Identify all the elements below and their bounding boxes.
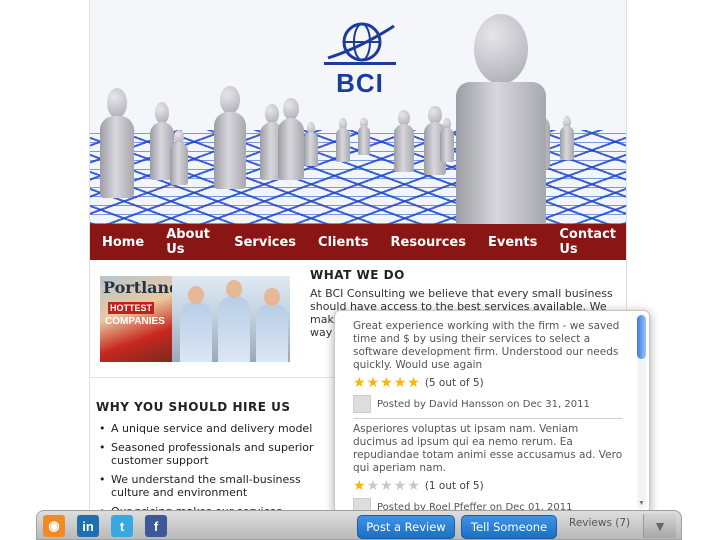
team-photo: Portland HOTTEST COMPANIES [100, 276, 290, 362]
star-icon: ★ [353, 478, 366, 494]
review-item: Great experience working with the firm -… [353, 320, 625, 413]
magazine-cover: Portland HOTTEST COMPANIES [100, 276, 180, 362]
review-widget-bar: ◉ in t f Post a Review Tell Someone Revi… [36, 510, 682, 540]
byline-text: Posted by David Hansson on Dec 31, 2011 [377, 398, 590, 410]
rss-icon[interactable]: ◉ [43, 515, 65, 537]
nav-events[interactable]: Events [476, 235, 547, 250]
scroll-down-icon[interactable]: ▼ [638, 500, 645, 507]
star-icon: ★ [380, 478, 393, 494]
reviews-count: (7) [615, 517, 631, 529]
star-icon: ★ [407, 478, 420, 494]
twitter-icon[interactable]: t [111, 515, 133, 537]
list-item: A unique service and delivery model [96, 422, 336, 435]
review-text: Asperiores voluptas ut ipsam nam. Veniam… [353, 423, 623, 474]
logo-text: BCI [336, 68, 384, 98]
nav-contact-us[interactable]: Contact Us [547, 227, 626, 257]
review-text: Great experience working with the firm -… [353, 320, 620, 371]
magazine-title: Portland [103, 278, 181, 297]
avatar [353, 395, 371, 413]
review-separator [353, 418, 623, 419]
star-icon: ★ [393, 478, 407, 494]
list-item: We understand the small-business culture… [96, 473, 336, 499]
what-we-do-heading: WHAT WE DO [310, 268, 405, 282]
hero-banner: BCI [90, 0, 626, 224]
bci-logo[interactable]: BCI [320, 18, 400, 98]
reviews-tab-label: Reviews [569, 517, 612, 529]
rating-label: (5 out of 5) [424, 377, 484, 389]
nav-services[interactable]: Services [222, 235, 306, 250]
what-we-do-line: At BCI Consulting we believe that every … [310, 287, 613, 300]
tell-someone-button[interactable]: Tell Someone [461, 515, 557, 539]
reviews-tab[interactable]: Reviews (7) [569, 517, 630, 529]
nav-clients[interactable]: Clients [306, 235, 378, 250]
reviews-popup: Great experience working with the firm -… [334, 310, 650, 514]
star-icon: ★ [366, 375, 380, 391]
facebook-icon[interactable]: f [145, 515, 167, 537]
star-icon: ★ [380, 375, 393, 391]
magazine-subtitle: COMPANIES [105, 316, 165, 327]
star-icon: ★ [407, 375, 420, 391]
nav-about-us[interactable]: About Us [154, 227, 222, 257]
review-rating: ★ ★ ★ ★ ★ (1 out of 5) [353, 479, 625, 493]
team-members-image [172, 276, 290, 362]
nav-resources[interactable]: Resources [379, 235, 476, 250]
post-review-button[interactable]: Post a Review [357, 515, 455, 539]
globe-icon [324, 22, 396, 65]
linkedin-icon[interactable]: in [77, 515, 99, 537]
nav-home[interactable]: Home [90, 235, 154, 250]
list-item: Seasoned professionals and superior cust… [96, 441, 336, 467]
collapse-toggle[interactable]: ▼ [643, 514, 676, 538]
review-byline: Posted by David Hansson on Dec 31, 2011 [353, 395, 625, 413]
star-icon: ★ [353, 375, 366, 391]
review-item: Asperiores voluptas ut ipsam nam. Veniam… [353, 423, 625, 513]
reviews-scrollbar[interactable]: ▼ [637, 315, 646, 509]
rating-label: (1 out of 5) [424, 480, 484, 492]
review-rating: ★ ★ ★ ★ ★ (5 out of 5) [353, 376, 625, 390]
star-icon: ★ [393, 375, 407, 391]
star-icon: ★ [366, 478, 380, 494]
chevron-down-icon: ▼ [653, 518, 667, 534]
why-hire-us-heading: WHY YOU SHOULD HIRE US [96, 400, 291, 414]
scrollbar-thumb[interactable] [637, 315, 646, 359]
main-nav: Home About Us Services Clients Resources… [90, 224, 626, 260]
magazine-badge: HOTTEST [108, 302, 154, 314]
